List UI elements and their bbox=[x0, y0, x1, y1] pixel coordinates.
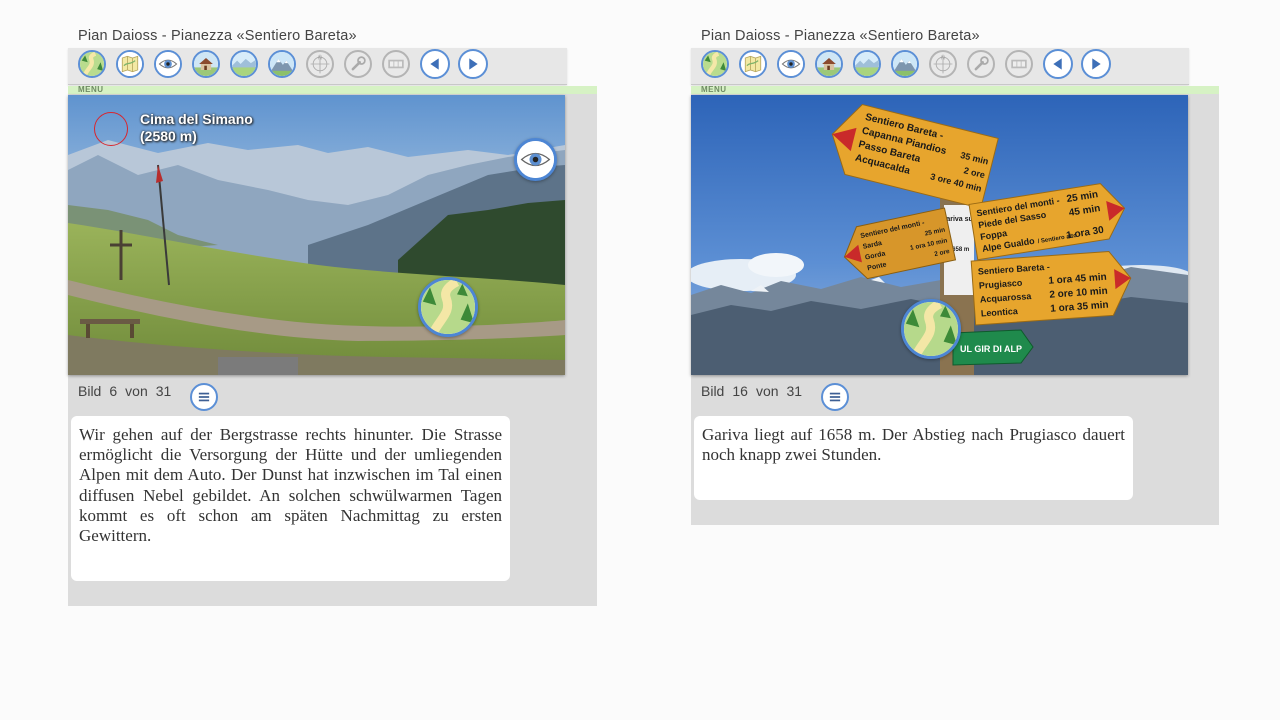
counter-word: Bild bbox=[701, 383, 725, 399]
counter-current: 6 bbox=[109, 383, 118, 399]
mountain-icon[interactable] bbox=[891, 50, 919, 78]
right-page-title: Pian Daioss - Pianezza «Sentiero Bareta» bbox=[701, 28, 980, 44]
trail-icon bbox=[421, 280, 475, 334]
compass-icon[interactable]: N bbox=[306, 50, 334, 78]
counter-of: von bbox=[125, 383, 148, 399]
left-description: Wir gehen auf der Bergstrasse rechts hin… bbox=[71, 416, 510, 581]
left-menu-label[interactable]: MENU bbox=[78, 86, 104, 94]
peak-marker[interactable] bbox=[94, 112, 128, 146]
eye-icon[interactable] bbox=[154, 50, 182, 78]
next-icon[interactable] bbox=[458, 49, 488, 79]
previous-icon[interactable] bbox=[420, 49, 450, 79]
left-toolbar: N bbox=[68, 48, 567, 85]
trail-icon[interactable] bbox=[78, 50, 106, 78]
green-sign-text: UL GIR DI ALP bbox=[960, 344, 1022, 354]
left-image-counter: Bild 6 von 31 bbox=[78, 383, 179, 399]
panorama-icon[interactable] bbox=[230, 50, 258, 78]
left-menu-strip[interactable] bbox=[68, 86, 597, 94]
trail-icon bbox=[904, 302, 958, 356]
left-photo: Cima del Simano (2580 m) bbox=[68, 95, 565, 375]
peak-altitude: (2580 m) bbox=[140, 128, 197, 144]
counter-total: 31 bbox=[786, 383, 803, 399]
counter-of: von bbox=[755, 383, 779, 399]
left-list-button[interactable] bbox=[190, 383, 218, 411]
svg-text:N: N bbox=[941, 56, 945, 62]
next-icon[interactable] bbox=[1081, 49, 1111, 79]
svg-text:N: N bbox=[318, 56, 322, 62]
left-page-title: Pian Daioss - Pianezza «Sentiero Bareta» bbox=[78, 28, 357, 44]
trail-overlay-button[interactable] bbox=[901, 299, 961, 359]
map-icon[interactable] bbox=[116, 50, 144, 78]
right-image-counter: Bild 16 von 31 bbox=[701, 383, 810, 399]
counter-current: 16 bbox=[732, 383, 748, 399]
right-photo: Gariva sud 1658 m Sentiero Bareta - Capa… bbox=[691, 95, 1188, 375]
hut-icon[interactable] bbox=[192, 50, 220, 78]
compass-icon[interactable]: N bbox=[929, 50, 957, 78]
eye-icon[interactable] bbox=[777, 50, 805, 78]
hut-icon[interactable] bbox=[815, 50, 843, 78]
eye-overlay-button[interactable] bbox=[514, 138, 557, 181]
peak-name: Cima del Simano bbox=[140, 111, 253, 127]
right-menu-strip[interactable] bbox=[691, 86, 1219, 94]
previous-icon[interactable] bbox=[1043, 49, 1073, 79]
panorama-icon[interactable] bbox=[853, 50, 881, 78]
map-icon[interactable] bbox=[739, 50, 767, 78]
counter-total: 31 bbox=[155, 383, 172, 399]
list-icon bbox=[829, 392, 841, 402]
eye-icon bbox=[517, 141, 554, 178]
right-description: Gariva liegt auf 1658 m. Der Abstieg nac… bbox=[694, 416, 1133, 500]
wrench-icon[interactable] bbox=[344, 50, 372, 78]
right-toolbar: N bbox=[691, 48, 1189, 85]
filmstrip-icon[interactable] bbox=[382, 50, 410, 78]
right-list-button[interactable] bbox=[821, 383, 849, 411]
trail-overlay-button[interactable] bbox=[418, 277, 478, 337]
trail-icon[interactable] bbox=[701, 50, 729, 78]
counter-word: Bild bbox=[78, 383, 102, 399]
wrench-icon[interactable] bbox=[967, 50, 995, 78]
right-menu-label[interactable]: MENU bbox=[701, 86, 727, 94]
filmstrip-icon[interactable] bbox=[1005, 50, 1033, 78]
list-icon bbox=[198, 392, 210, 402]
peak-label: Cima del Simano (2580 m) bbox=[140, 111, 253, 145]
mountain-icon[interactable] bbox=[268, 50, 296, 78]
